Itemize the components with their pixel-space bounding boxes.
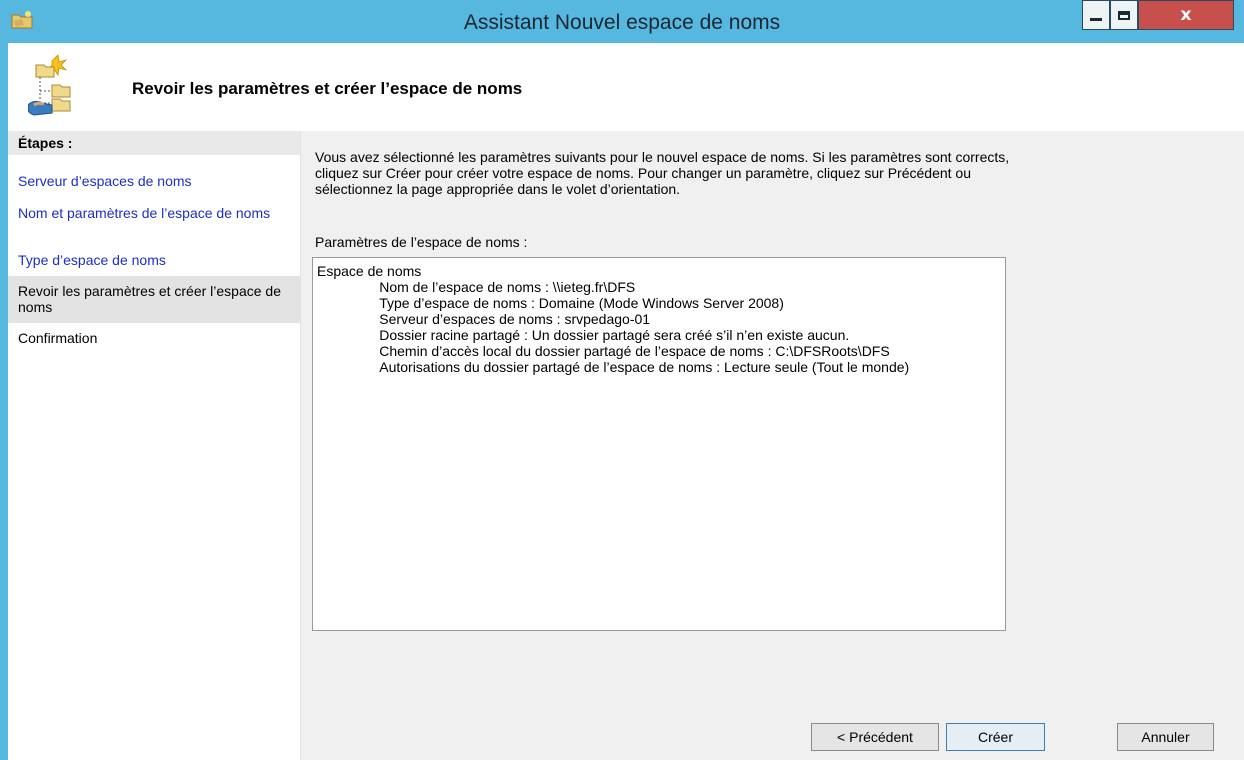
- minimize-icon: [1090, 17, 1102, 21]
- step-type-espace[interactable]: Type d’espace de noms: [18, 252, 288, 268]
- step-revoir-current: Revoir les paramètres et créer l’espace …: [8, 276, 300, 323]
- close-button[interactable]: x: [1138, 0, 1234, 30]
- create-button[interactable]: Créer: [946, 723, 1045, 751]
- minimize-button[interactable]: [1082, 0, 1110, 30]
- content-pane: Vous avez sélectionné les paramètres sui…: [301, 131, 1244, 760]
- steps-title: Étapes :: [8, 131, 300, 155]
- previous-button[interactable]: < Précédent: [811, 723, 939, 751]
- wizard-window: Assistant Nouvel espace de noms x Revoir…: [0, 0, 1244, 760]
- steps-pane: Étapes : Serveur d’espaces de noms Nom e…: [8, 131, 301, 760]
- page-heading: Revoir les paramètres et créer l’espace …: [132, 79, 523, 98]
- params-summary-box[interactable]: Espace de noms Nom de l’espace de noms :…: [312, 257, 1006, 631]
- namespace-wizard-icon: [28, 55, 71, 116]
- wizard-header: Revoir les paramètres et créer l’espace …: [8, 43, 1244, 132]
- close-icon: x: [1180, 5, 1192, 25]
- maximize-icon: [1118, 10, 1130, 20]
- window-title: Assistant Nouvel espace de noms: [463, 11, 781, 34]
- step-nom-et-parametres[interactable]: Nom et paramètres de l’espace de noms: [18, 205, 288, 221]
- window-frame-left: [0, 43, 8, 760]
- intro-text: Vous avez sélectionné les paramètres sui…: [315, 149, 1010, 197]
- step-confirmation: Confirmation: [18, 330, 98, 346]
- title-bar[interactable]: Assistant Nouvel espace de noms x: [0, 0, 1244, 43]
- maximize-button[interactable]: [1110, 0, 1138, 30]
- button-bar: < Précédent Créer Annuler: [301, 723, 1244, 760]
- cancel-button[interactable]: Annuler: [1117, 723, 1214, 751]
- params-label: Paramètres de l’espace de noms :: [315, 234, 528, 250]
- step-serveur[interactable]: Serveur d’espaces de noms: [18, 173, 288, 189]
